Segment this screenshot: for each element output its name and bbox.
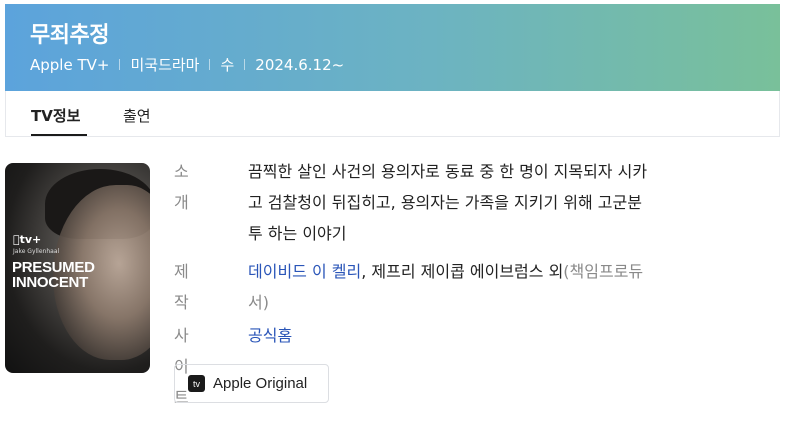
meta-day: 수: [220, 56, 235, 74]
apple-tv-icon: tv: [188, 375, 205, 392]
poster-image[interactable]: tv+ Jake Gyllenhaal PRESUMED INNOCENT: [5, 163, 150, 373]
program-header: 무죄추정 Apple TV+ 미국드라마 수 2024.6.12~: [5, 4, 780, 91]
active-tab-indicator: [31, 134, 87, 136]
production-value: 데이비드 이 켈리, 제프리 제이콥 에이브럼스 외(책임프로듀 서): [248, 256, 773, 318]
poster-brand: tv+: [13, 233, 41, 246]
intro-text: 끔찍한 살인 사건의 용의자로 동료 중 한 명이 지목되자 시카 고 검찰청이…: [248, 162, 648, 243]
production-link[interactable]: 데이비드 이 켈리: [248, 262, 361, 281]
tab-bar: TV정보 출연: [5, 91, 780, 137]
meta-divider: [209, 59, 211, 70]
meta-divider: [244, 59, 246, 70]
apple-original-badge[interactable]: tv Apple Original: [174, 364, 329, 403]
badge-label: Apple Original: [213, 375, 308, 392]
program-meta: Apple TV+ 미국드라마 수 2024.6.12~: [30, 54, 344, 75]
meta-date: 2024.6.12~: [255, 55, 345, 74]
program-title[interactable]: 무죄추정: [30, 17, 109, 49]
official-site-link[interactable]: 공식홈: [248, 326, 292, 345]
meta-genre: 미국드라마: [130, 56, 200, 74]
tab-cast[interactable]: 출연: [123, 105, 151, 126]
meta-divider: [119, 59, 121, 70]
site-value: 공식홈: [248, 320, 773, 351]
poster-title: PRESUMED INNOCENT: [12, 259, 95, 291]
production-role: (책임프로듀: [563, 262, 644, 281]
production-label: 제작: [174, 262, 189, 312]
meta-channel[interactable]: Apple TV+: [30, 56, 109, 74]
production-role-cont: 서): [248, 293, 269, 312]
production-others: , 제프리 제이콥 에이브럼스 외: [361, 262, 564, 281]
tab-tv-info[interactable]: TV정보: [31, 105, 80, 126]
intro-label: 소개: [174, 162, 189, 212]
poster-actor: Jake Gyllenhaal: [13, 248, 60, 255]
